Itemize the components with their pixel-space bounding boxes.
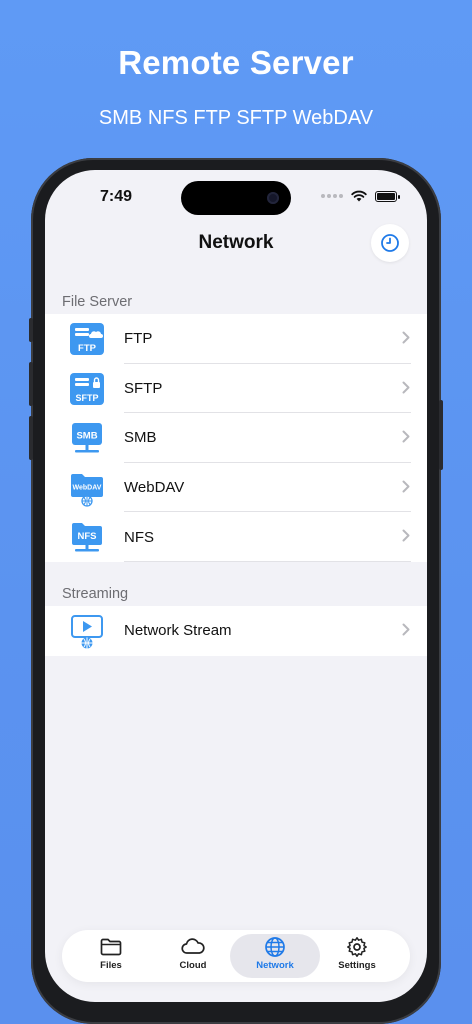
dynamic-island xyxy=(181,181,291,215)
wifi-icon xyxy=(351,190,367,202)
chevron-right-icon xyxy=(402,480,410,493)
phone-volume-up xyxy=(29,362,33,406)
tab-network[interactable]: Network xyxy=(230,934,320,978)
history-button[interactable] xyxy=(371,224,409,262)
tab-label: Files xyxy=(100,960,122,971)
list-item-label: NFS xyxy=(124,528,154,546)
list-item-sftp[interactable]: SFTP SFTP xyxy=(45,364,427,414)
tab-files[interactable]: Files xyxy=(66,934,156,978)
phone-action-button xyxy=(29,318,33,342)
phone-screen: 7:49 Network File Server FTP FTP SFTP SF… xyxy=(45,170,427,1002)
phone-volume-down xyxy=(29,416,33,460)
chevron-right-icon xyxy=(402,430,410,443)
network-stream-icon xyxy=(69,612,105,650)
svg-text:NFS: NFS xyxy=(78,531,97,542)
svg-text:WebDAV: WebDAV xyxy=(73,484,102,491)
webdav-folder-icon: WebDAV xyxy=(69,469,105,507)
list-item-webdav[interactable]: WebDAV WebDAV xyxy=(45,463,427,513)
phone-power-button xyxy=(439,400,443,470)
svg-text:SMB: SMB xyxy=(76,431,97,442)
chevron-right-icon xyxy=(402,529,410,542)
list-item-label: SFTP xyxy=(124,379,163,397)
streaming-list: Network Stream xyxy=(45,606,427,656)
list-item-label: FTP xyxy=(124,330,153,348)
ftp-server-icon: FTP xyxy=(69,320,105,358)
gear-icon xyxy=(347,937,367,957)
tab-label: Network xyxy=(256,960,294,971)
sftp-server-icon: SFTP xyxy=(69,370,105,408)
hero-subtitle: SMB NFS FTP SFTP WebDAV xyxy=(98,107,374,129)
clock-icon xyxy=(381,234,399,252)
tab-label: Cloud xyxy=(179,960,207,971)
status-indicators xyxy=(321,190,400,202)
tab-settings[interactable]: Settings xyxy=(312,934,402,978)
chevron-right-icon xyxy=(402,381,410,394)
camera-icon xyxy=(267,192,279,204)
list-item-ftp[interactable]: FTP FTP xyxy=(45,314,427,364)
signal-icon xyxy=(321,194,343,198)
tab-label: Settings xyxy=(338,960,376,971)
smb-server-icon: SMB xyxy=(69,419,105,457)
tab-bar: Files Cloud Network Settings xyxy=(62,930,410,982)
cloud-icon xyxy=(181,938,205,954)
file-server-list: FTP FTP SFTP SFTP SMB SMB WebDAV WebDAV … xyxy=(45,314,427,562)
list-item-label: SMB xyxy=(124,429,157,447)
chevron-right-icon xyxy=(402,623,410,636)
list-item-nfs[interactable]: NFS NFS xyxy=(45,512,427,562)
row-divider xyxy=(124,560,411,562)
globe-icon xyxy=(265,937,285,957)
folder-icon xyxy=(100,938,122,956)
page-title: Network xyxy=(198,232,274,253)
tab-cloud[interactable]: Cloud xyxy=(148,934,238,978)
chevron-right-icon xyxy=(402,331,410,344)
status-time: 7:49 xyxy=(100,188,133,205)
nfs-server-icon: NFS xyxy=(69,518,105,556)
section-header-streaming: Streaming xyxy=(62,586,129,602)
hero-title: Remote Server xyxy=(118,44,354,81)
section-header-file-server: File Server xyxy=(62,294,133,310)
list-item-smb[interactable]: SMB SMB xyxy=(45,413,427,463)
list-item-label: Network Stream xyxy=(124,622,232,640)
list-item-network-stream[interactable]: Network Stream xyxy=(45,606,427,656)
list-item-label: WebDAV xyxy=(124,479,185,497)
battery-icon xyxy=(375,190,400,202)
svg-text:SFTP: SFTP xyxy=(75,393,98,403)
svg-text:FTP: FTP xyxy=(78,343,97,354)
